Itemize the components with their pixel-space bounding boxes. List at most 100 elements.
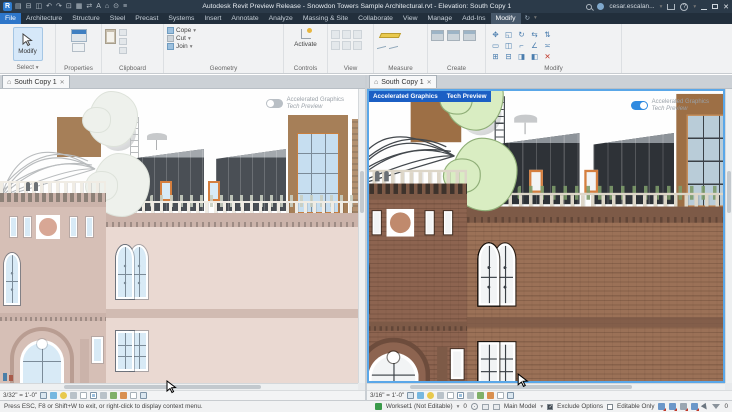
crop-view-icon[interactable]: [80, 392, 87, 399]
tab-manage[interactable]: Manage: [423, 13, 458, 24]
view-tools[interactable]: [331, 27, 370, 50]
tab-massing-site[interactable]: Massing & Site: [298, 13, 353, 24]
tab-view[interactable]: View: [398, 13, 423, 24]
tab-annotate[interactable]: Annotate: [226, 13, 263, 24]
shadows-icon[interactable]: [70, 392, 77, 399]
cope-button[interactable]: Cope▾: [167, 27, 280, 34]
temporary-hide-icon[interactable]: [467, 392, 474, 399]
tab-systems[interactable]: Systems: [163, 13, 199, 24]
scale-button[interactable]: 3/16" = 1'-0": [370, 392, 404, 399]
select-pinned-icon[interactable]: [680, 403, 687, 410]
left-horizontal-scrollbar[interactable]: [0, 383, 358, 390]
editing-requests-count[interactable]: 0: [463, 403, 467, 410]
tab-analyze[interactable]: Analyze: [264, 13, 298, 24]
close-button[interactable]: ✕: [723, 3, 729, 11]
default-3d-view-icon[interactable]: ⌂: [105, 0, 109, 13]
left-view-tab[interactable]: ⌂ South Copy 1 ✕: [2, 75, 70, 88]
home-icon[interactable]: ⌂: [7, 79, 11, 86]
right-vertical-scrollbar[interactable]: [725, 89, 732, 383]
print-icon[interactable]: ⊟: [26, 0, 32, 13]
tab-architecture[interactable]: Architecture: [21, 13, 67, 24]
show-crop-icon[interactable]: [457, 392, 464, 399]
show-crop-icon[interactable]: [90, 392, 97, 399]
right-view-tab[interactable]: ⌂ South Copy 1 ✕: [369, 75, 437, 88]
constraints-icon[interactable]: [130, 392, 137, 399]
sun-path-icon[interactable]: [60, 392, 67, 399]
worksharing-settings-icon[interactable]: [471, 403, 478, 410]
create-group-icon[interactable]: [431, 30, 444, 41]
section-icon[interactable]: ⊙: [113, 0, 119, 13]
paste-icon[interactable]: [105, 29, 116, 44]
search-icon[interactable]: [586, 4, 592, 10]
sun-path-icon[interactable]: [427, 392, 434, 399]
visual-style-icon[interactable]: [417, 392, 424, 399]
measure-icon[interactable]: ⊡: [66, 0, 72, 13]
toggle-on-icon[interactable]: [631, 101, 648, 110]
ribbon-cycle-icon[interactable]: ↻: [525, 13, 530, 24]
design-option-caret-icon[interactable]: ▾: [540, 404, 543, 410]
temporary-hide-icon[interactable]: [100, 392, 107, 399]
select-links-icon[interactable]: [658, 403, 665, 410]
reveal-hidden-icon[interactable]: [477, 392, 484, 399]
right-horizontal-scrollbar[interactable]: [367, 383, 725, 390]
file-icon[interactable]: ▤: [15, 0, 22, 13]
close-view-icon[interactable]: ✕: [60, 79, 65, 86]
select-by-face-icon[interactable]: [691, 403, 698, 410]
crop-view-icon[interactable]: [447, 392, 454, 399]
visual-style-icon[interactable]: [50, 392, 57, 399]
tab-collaborate[interactable]: Collaborate: [353, 13, 398, 24]
active-design-option[interactable]: Main Model: [504, 403, 537, 410]
restore-button[interactable]: [712, 4, 718, 9]
design-options-icon-2[interactable]: [493, 404, 500, 410]
tab-modify[interactable]: Modify: [491, 13, 521, 24]
tab-add-ins[interactable]: Add-Ins: [457, 13, 490, 24]
worksharing-display-icon[interactable]: [120, 392, 127, 399]
detail-level-icon[interactable]: [407, 392, 414, 399]
close-view-icon[interactable]: ✕: [427, 79, 432, 86]
left-vertical-scrollbar[interactable]: [358, 89, 365, 383]
user-name[interactable]: cesar.escalan...: [609, 3, 654, 10]
redo-icon[interactable]: ↷: [56, 0, 62, 13]
shadows-icon[interactable]: [437, 392, 444, 399]
drag-elements-icon[interactable]: [701, 402, 709, 410]
create-assembly-icon[interactable]: [447, 30, 460, 41]
detail-level-icon[interactable]: [40, 392, 47, 399]
constraints-icon[interactable]: [497, 392, 504, 399]
worksharing-display-icon[interactable]: [487, 392, 494, 399]
select-underlay-icon[interactable]: [669, 403, 676, 410]
join-button[interactable]: Join▾: [167, 43, 280, 50]
thin-lines-icon[interactable]: ≡: [123, 0, 127, 13]
create-parts-icon[interactable]: [463, 30, 476, 41]
user-avatar-icon[interactable]: [597, 3, 604, 10]
left-drawing-canvas[interactable]: Accelerated Graphics Tech Preview: [0, 89, 358, 383]
active-workset[interactable]: Workset1 (Not Editable): [386, 403, 453, 410]
save-icon[interactable]: ◫: [36, 0, 43, 13]
activate-controls-icon[interactable]: [301, 29, 311, 39]
tab-insert[interactable]: Insert: [199, 13, 226, 24]
text-icon[interactable]: A: [96, 0, 101, 13]
analytical-model-icon[interactable]: [140, 392, 147, 399]
tag-icon[interactable]: ⇄: [86, 0, 92, 13]
properties-icon[interactable]: [71, 29, 87, 42]
help-icon[interactable]: ?: [680, 3, 688, 11]
tab-file[interactable]: File: [0, 13, 21, 24]
right-drawing-canvas[interactable]: Accelerated Graphics Tech Preview Accele…: [367, 89, 725, 383]
modify-tool-button[interactable]: Modify: [13, 27, 43, 61]
cut-button[interactable]: Cut▾: [167, 35, 280, 42]
dimension-icon[interactable]: ▦: [76, 0, 83, 13]
exclude-options-checkbox[interactable]: [547, 404, 553, 410]
ribbon-cycle-caret-icon[interactable]: ▾: [534, 13, 537, 24]
accel-graphics-toggle-right[interactable]: Accelerated Graphics Tech Preview: [631, 99, 709, 113]
user-caret-icon[interactable]: ▾: [660, 4, 663, 10]
tab-precast[interactable]: Precast: [130, 13, 163, 24]
modify-tools[interactable]: ✥ ◱ ↻ ⇆ ⇅ ▭ ◫ ⌐ ∠ ≍ ⊞ ⊟ ◨ ◧ ✕: [489, 27, 618, 62]
scale-button[interactable]: 3/32" = 1'-0": [3, 392, 37, 399]
analytical-model-icon[interactable]: [507, 392, 514, 399]
panel-label-select[interactable]: Select ▾: [0, 63, 55, 73]
home-icon[interactable]: ⌂: [374, 79, 378, 86]
design-options-icon-1[interactable]: [482, 404, 489, 410]
tab-steel[interactable]: Steel: [105, 13, 131, 24]
help-caret-icon[interactable]: ▾: [693, 4, 696, 10]
accel-graphics-toggle-left[interactable]: Accelerated Graphics Tech Preview: [266, 97, 344, 111]
editable-only-checkbox[interactable]: [607, 404, 613, 410]
